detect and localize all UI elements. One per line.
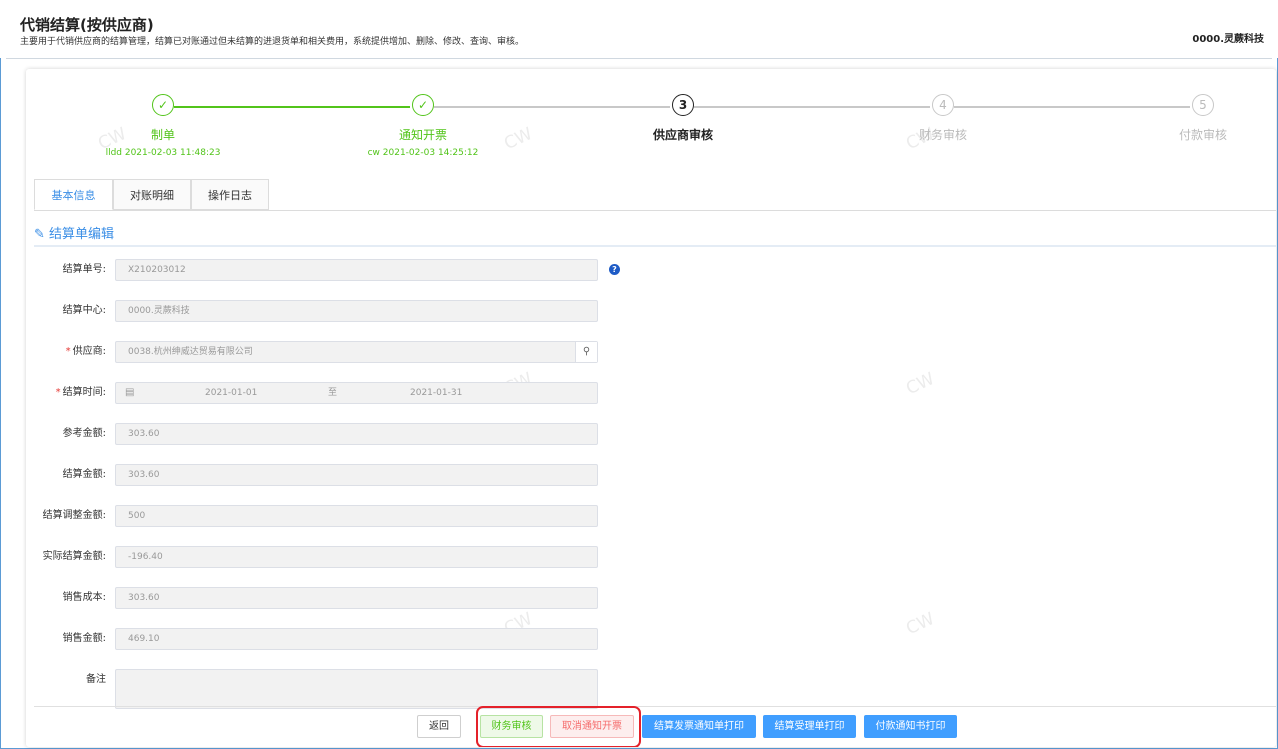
check-icon: ✓: [412, 94, 434, 116]
row-ref-amount: 参考金额: 303.60: [26, 423, 626, 445]
center-label: 结算中心:: [62, 305, 106, 316]
period-range-picker[interactable]: ▤ 2021-01-01 至 2021-01-31: [115, 382, 598, 404]
help-icon[interactable]: ?: [609, 264, 620, 275]
step-connector: [434, 106, 670, 108]
remark-textarea[interactable]: [115, 669, 598, 709]
ref-amount-field[interactable]: 303.60: [115, 423, 598, 445]
step-connector: [694, 106, 930, 108]
supplier-label-wrap: * 供应商:: [66, 341, 106, 363]
row-sales-amount: 销售金额: 469.10: [26, 628, 626, 650]
sales-cost-field[interactable]: 303.60: [115, 587, 598, 609]
required-mark: *: [55, 387, 61, 398]
row-settle-amount: 结算金额: 303.60: [26, 464, 626, 486]
section-title-text: 结算单编辑: [49, 227, 115, 242]
step-time: lldd 2021-02-03 11:48:23: [105, 148, 221, 158]
adjust-amount-label: 结算调整金额:: [42, 510, 106, 521]
page-title: 代销结算(按供应商): [20, 16, 154, 34]
edit-icon: ✎: [34, 227, 45, 242]
settle-amount-label: 结算金额:: [62, 469, 106, 480]
tenant-name[interactable]: 0000.灵蕨科技: [1192, 30, 1264, 45]
sales-cost-label: 销售成本:: [62, 592, 106, 603]
print-payment-notice-button[interactable]: 付款通知书打印: [864, 715, 957, 738]
row-center: 结算中心: 0000.灵蕨科技: [26, 300, 626, 322]
section-title: ✎ 结算单编辑: [34, 223, 114, 242]
step-connector: [174, 106, 410, 108]
row-settle-no: 结算单号: X210203012: [26, 259, 626, 281]
step-title: 制单: [150, 128, 175, 142]
sales-amount-field[interactable]: 469.10: [115, 628, 598, 650]
tab-operation-log[interactable]: 操作日志: [191, 179, 269, 210]
section-divider: [34, 245, 1276, 247]
print-acceptance-button[interactable]: 结算受理单打印: [763, 715, 856, 738]
center-field[interactable]: 0000.灵蕨科技: [115, 300, 598, 322]
tab-divider: [34, 210, 1276, 211]
tab-basic-info[interactable]: 基本信息: [34, 179, 113, 210]
actual-amount-label: 实际结算金额:: [42, 551, 106, 562]
step-number: 3: [672, 94, 694, 116]
settlement-card: CW CW CW CW CW CW CW ✓ 制单 lldd 2021-02-0…: [26, 69, 1276, 747]
row-period: * 结算时间: ▤ 2021-01-01 至 2021-01-31: [26, 382, 626, 404]
row-supplier: * 供应商: 0038.杭州绅威达贸易有限公司 ⚲: [26, 341, 626, 363]
period-separator: 至: [328, 388, 338, 398]
settle-amount-field[interactable]: 303.60: [115, 464, 598, 486]
watermark: CW: [903, 608, 938, 640]
row-adjust-amount: 结算调整金额: 500: [26, 505, 626, 527]
period-label-wrap: * 结算时间:: [56, 382, 106, 404]
sales-amount-label: 销售金额:: [62, 633, 106, 644]
action-divider: [34, 706, 1276, 707]
supplier-field[interactable]: 0038.杭州绅威达贸易有限公司 ⚲: [115, 341, 598, 363]
page-header: 代销结算(按供应商) 主要用于代销供应商的结算管理，结算已对账通过但未结算的进退…: [0, 0, 1278, 58]
settle-no-label: 结算单号:: [62, 264, 106, 275]
progress-steps: ✓ 制单 lldd 2021-02-03 11:48:23 ✓ 通知开票 cw …: [26, 69, 1276, 169]
step-title: 供应商审核: [652, 128, 713, 142]
calendar-icon: ▤: [125, 387, 135, 398]
remark-label: 备注: [86, 674, 106, 685]
period-start[interactable]: 2021-01-01: [205, 383, 257, 403]
row-actual-amount: 实际结算金额: -196.40: [26, 546, 626, 568]
step-number: 4: [932, 94, 954, 116]
period-end[interactable]: 2021-01-31: [410, 383, 462, 403]
actual-amount-field[interactable]: -196.40: [115, 546, 598, 568]
step-number: 5: [1192, 94, 1214, 116]
supplier-label: 供应商:: [72, 346, 106, 357]
row-sales-cost: 销售成本: 303.60: [26, 587, 626, 609]
tab-reconcile-detail[interactable]: 对账明细: [113, 179, 191, 210]
page-description: 主要用于代销供应商的结算管理，结算已对账通过但未结算的进退货单和相关费用，系统提…: [20, 37, 525, 47]
watermark: CW: [903, 368, 938, 400]
period-label: 结算时间:: [62, 387, 106, 398]
step-title: 付款审核: [1178, 128, 1227, 142]
back-button[interactable]: 返回: [417, 715, 461, 738]
row-remark: 备注: [26, 669, 626, 709]
print-invoice-notice-button[interactable]: 结算发票通知单打印: [642, 715, 756, 738]
ref-amount-label: 参考金额:: [62, 428, 106, 439]
step-time: cw 2021-02-03 14:25:12: [367, 148, 479, 158]
highlight-box: [476, 706, 641, 747]
supplier-value: 0038.杭州绅威达贸易有限公司: [128, 347, 253, 357]
settle-no-field[interactable]: X210203012: [115, 259, 598, 281]
search-icon[interactable]: ⚲: [575, 342, 597, 362]
adjust-amount-field[interactable]: 500: [115, 505, 598, 527]
required-mark: *: [65, 346, 71, 357]
header-divider: [6, 58, 1272, 59]
step-title: 财务审核: [918, 128, 967, 142]
step-title: 通知开票: [398, 128, 447, 142]
check-icon: ✓: [152, 94, 174, 116]
step-connector: [954, 106, 1190, 108]
